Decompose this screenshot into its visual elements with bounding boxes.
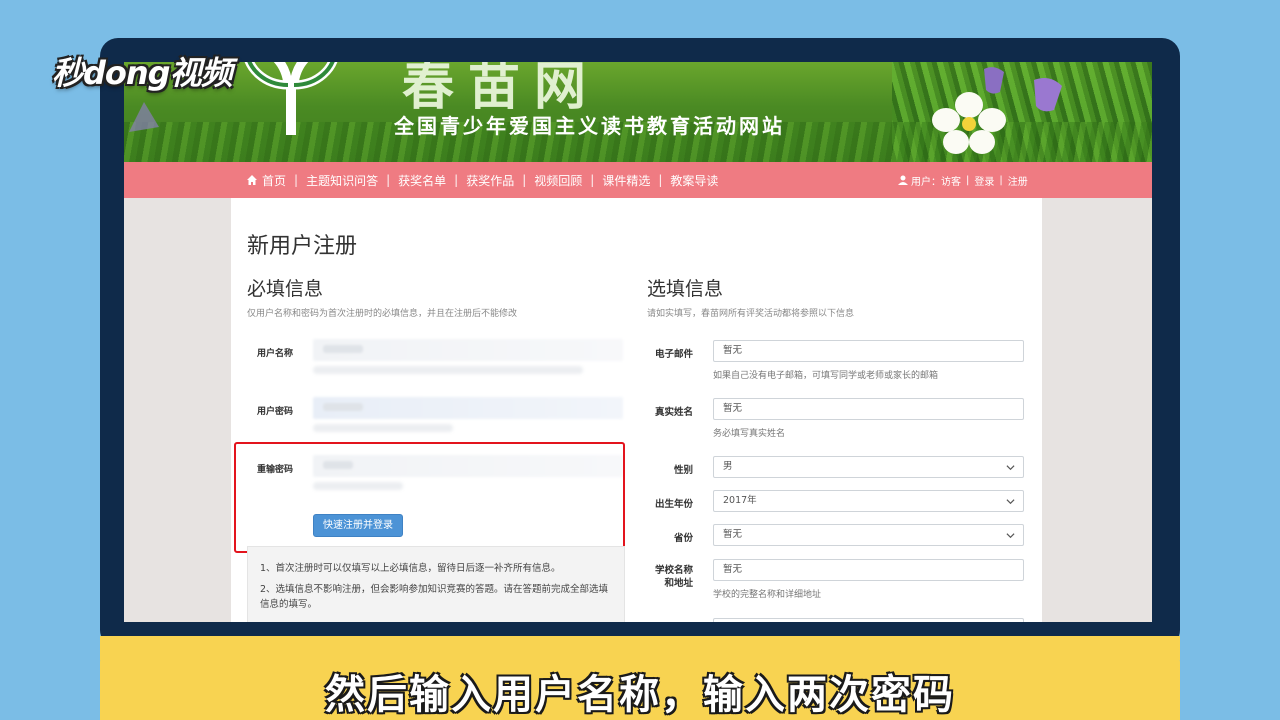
realname-input[interactable]: 暂无 <box>713 398 1024 420</box>
school-label: 学校名称 和地址 <box>654 565 693 589</box>
caption-bar: 然后输入用户名称，输入两次密码 <box>100 636 1180 720</box>
user-name: 访客 <box>941 176 961 188</box>
home-icon <box>247 175 257 185</box>
chevron-down-icon <box>1006 499 1015 505</box>
brand-logo: 秒dong视频 <box>52 54 233 92</box>
registration-notes: 1、首次注册时可以仅填写以上必填信息，留待日后逐一补齐所有信息。 2、选填信息不… <box>247 546 625 622</box>
site-tagline: 全国青少年爱国主义读书教育活动网站 <box>394 114 785 138</box>
gender-value: 男 <box>723 461 733 472</box>
site-emblem-icon <box>244 62 338 135</box>
required-section-title: 必填信息 <box>247 278 324 300</box>
browser-screen: 春苗网 全国青少年爱国主义读书教育活动网站 首页 | 主题知识问答 | 获奖名单… <box>124 62 1152 622</box>
province-label: 省份 <box>673 533 693 544</box>
login-link[interactable]: 登录 <box>974 173 994 188</box>
chevron-down-icon <box>1006 533 1015 539</box>
username-label: 用户名称 <box>256 349 293 359</box>
nav-item-quiz[interactable]: 主题知识问答 <box>306 172 378 189</box>
bellflower-icon <box>1034 78 1062 112</box>
white-flower-icon <box>932 92 1006 154</box>
province-value: 暂无 <box>723 529 743 540</box>
school-input[interactable]: 暂无 <box>713 559 1024 581</box>
required-section-desc: 仅用户名称和密码为首次注册时的必填信息，并且在注册后不能修改 <box>247 309 518 319</box>
birth-year-label: 出生年份 <box>654 499 693 510</box>
next-input[interactable] <box>713 618 1024 622</box>
school-help: 学校的完整名称和详细地址 <box>713 590 822 600</box>
note-1: 1、首次注册时可以仅填写以上必填信息，留待日后逐一补齐所有信息。 <box>260 563 561 574</box>
optional-section-title: 选填信息 <box>647 278 724 300</box>
email-label: 电子邮件 <box>654 349 693 360</box>
user-label: 用户： <box>911 176 941 188</box>
quick-register-button[interactable]: 快速注册并登录 <box>313 514 403 537</box>
nav-item-courseware[interactable]: 课件精选 <box>602 172 650 189</box>
password-label: 用户密码 <box>256 407 293 417</box>
province-select[interactable]: 暂无 <box>713 524 1024 546</box>
gender-label: 性别 <box>673 465 693 476</box>
nav-item-home[interactable]: 首页 <box>246 172 286 189</box>
register-link[interactable]: 注册 <box>1008 173 1028 188</box>
note-2: 2、选填信息不影响注册，但会影响参加知识竞赛的答题。请在答题前完成全部选填信息的… <box>260 584 609 610</box>
chevron-down-icon <box>1006 465 1015 471</box>
realname-label: 真实姓名 <box>654 407 693 418</box>
realname-help: 务必填写真实姓名 <box>713 429 786 439</box>
birth-year-value: 2017年 <box>723 495 757 506</box>
username-input[interactable] <box>313 339 623 361</box>
subtitle-caption: 然后输入用户名称，输入两次密码 <box>325 672 955 718</box>
gender-select[interactable]: 男 <box>713 456 1024 478</box>
nav-item-winners[interactable]: 获奖名单 <box>398 172 446 189</box>
password-highlight-box <box>234 442 625 553</box>
page-title: 新用户注册 <box>247 234 358 259</box>
site-banner: 春苗网 全国青少年爱国主义读书教育活动网站 <box>124 62 1152 162</box>
nav-item-lesson-plans[interactable]: 教案导读 <box>670 172 718 189</box>
optional-section-desc: 请如实填写，春苗网所有评奖活动都将参照以下信息 <box>647 309 855 319</box>
email-help: 如果自己没有电子邮箱，可填写同学或老师或家长的邮箱 <box>713 371 939 381</box>
email-input[interactable]: 暂无 <box>713 340 1024 362</box>
registration-panel: 新用户注册 必填信息 仅用户名称和密码为首次注册时的必填信息，并且在注册后不能修… <box>231 198 1042 622</box>
nav-item-works[interactable]: 获奖作品 <box>466 172 514 189</box>
user-icon <box>898 175 908 185</box>
nav-item-label: 首页 <box>262 173 287 188</box>
password-input[interactable] <box>313 397 623 419</box>
nav-item-video[interactable]: 视频回顾 <box>534 172 582 189</box>
user-area: 用户： 访客 | 登录 | 注册 <box>898 162 1028 198</box>
main-navbar: 首页 | 主题知识问答 | 获奖名单 | 获奖作品 | 视频回顾 | 课件精选 … <box>124 162 1152 198</box>
birth-year-select[interactable]: 2017年 <box>713 490 1024 512</box>
